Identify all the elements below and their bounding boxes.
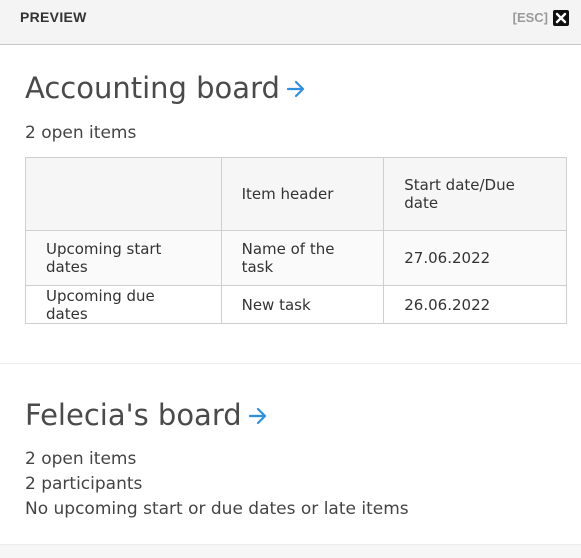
preview-title: PREVIEW — [20, 9, 87, 25]
next-card-edge — [0, 544, 581, 558]
board-title: Accounting board — [25, 71, 280, 105]
items-table: Item header Start date/Due date Upcoming… — [25, 157, 567, 324]
arrow-right-icon — [248, 398, 268, 432]
table-row: Upcoming due dates New task 26.06.2022 — [25, 285, 567, 324]
task-date: 26.06.2022 — [383, 285, 567, 324]
table-header-row: Item header Start date/Due date — [25, 157, 567, 231]
participants-count: 2 participants — [25, 474, 143, 494]
open-items-count: 2 open items — [25, 449, 137, 469]
board-title: Felecia's board — [25, 398, 242, 432]
board-title-link[interactable]: Accounting board — [25, 71, 306, 105]
table-row: Upcoming start dates Name of the task 27… — [25, 230, 567, 286]
task-name: New task — [220, 285, 385, 324]
task-name: Name of the task — [220, 230, 385, 286]
row-label: Upcoming due dates — [25, 285, 222, 324]
open-items-count: 2 open items — [25, 123, 137, 143]
task-date: 27.06.2022 — [383, 230, 567, 286]
close-icon[interactable] — [553, 10, 569, 26]
accounting-board-card: Accounting board 2 open items Item heade… — [0, 45, 581, 363]
board-note: No upcoming start or due dates or late i… — [25, 499, 409, 519]
board-title-link[interactable]: Felecia's board — [25, 398, 268, 432]
felecia-board-card: Felecia's board 2 open items 2 participa… — [0, 364, 581, 544]
row-label: Upcoming start dates — [25, 230, 222, 286]
preview-header: PREVIEW [ESC] — [0, 0, 581, 45]
arrow-right-icon — [286, 71, 306, 105]
column-header: Item header — [220, 157, 385, 231]
column-header: Start date/Due date — [383, 157, 567, 231]
esc-hint: [ESC] — [512, 10, 548, 25]
column-header — [25, 157, 222, 231]
